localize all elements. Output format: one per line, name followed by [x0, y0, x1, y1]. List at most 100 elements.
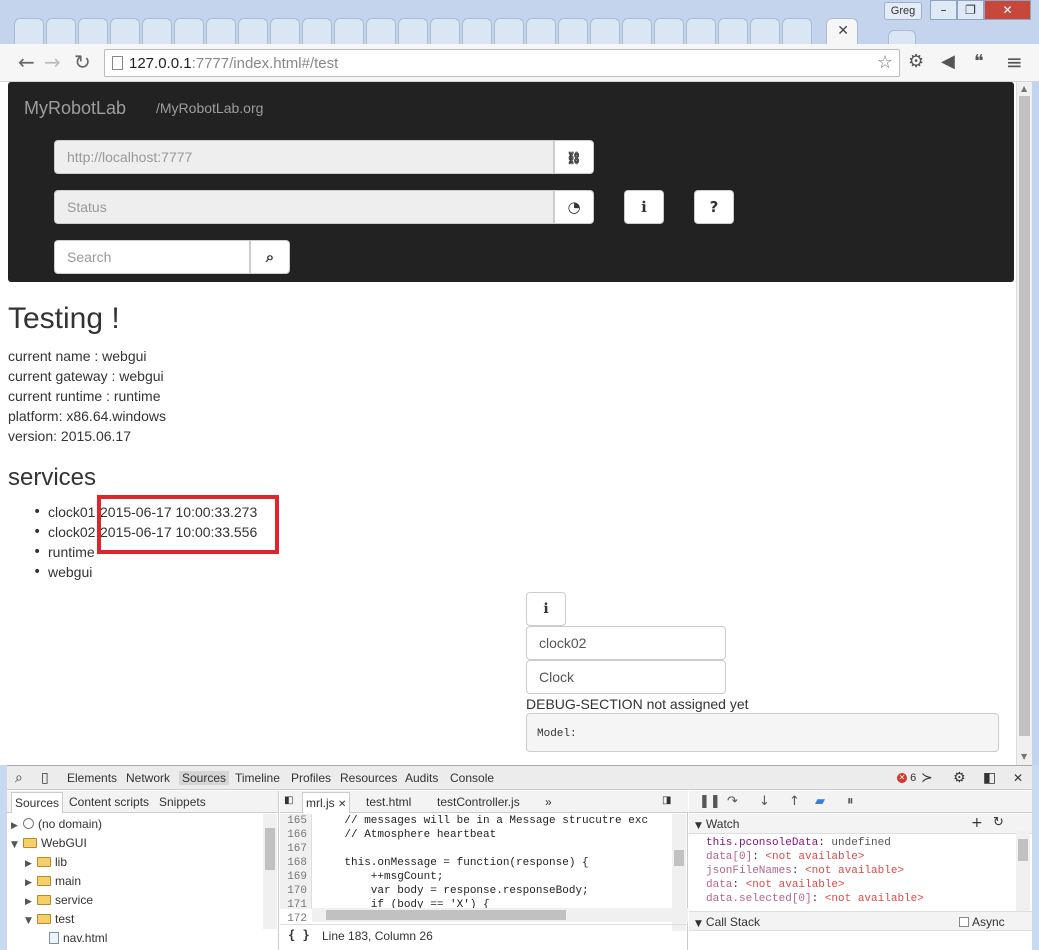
browser-tab[interactable]	[142, 18, 172, 44]
editor-tab-test-html[interactable]: test.html	[366, 795, 411, 809]
browser-tab[interactable]	[334, 18, 364, 44]
search-button[interactable]: ⌕	[250, 240, 290, 274]
status-input[interactable]: Status	[54, 190, 554, 224]
deactivate-breakpoints-icon[interactable]: ▰	[815, 794, 825, 809]
close-devtools-icon[interactable]: ✕	[1013, 770, 1023, 786]
dock-side-icon[interactable]: ◧	[983, 770, 996, 786]
browser-tab[interactable]	[526, 18, 556, 44]
pause-icon[interactable]: ❚❚	[699, 794, 721, 809]
address-bar[interactable]: 127.0.0.1:7777/index.html#/test ☆	[104, 49, 900, 77]
reload-icon[interactable]: ↻	[74, 52, 91, 72]
expand-arrow-icon[interactable]: ▶	[11, 821, 23, 831]
browser-tab[interactable]	[174, 18, 204, 44]
service-name-field[interactable]: clock02	[526, 626, 726, 660]
devtools-tab-profiles[interactable]: Profiles	[291, 771, 331, 785]
hangouts-icon[interactable]: ❝	[974, 52, 984, 72]
watch-expression[interactable]: jsonFileNames: <not available>	[706, 865, 904, 877]
watch-scroll-thumb[interactable]	[1018, 839, 1028, 861]
step-out-icon[interactable]: ↑	[789, 794, 800, 809]
expand-arrow-icon[interactable]: ▶	[25, 897, 37, 907]
tree-item-no-domain[interactable]: ▶ (no domain)	[11, 817, 102, 831]
tree-item-service[interactable]: ▶ service	[25, 893, 93, 907]
scroll-up-arrow-icon[interactable]: ▲	[1021, 84, 1027, 93]
dashboard-button[interactable]: ◔	[554, 190, 594, 224]
collapse-arrow-icon[interactable]: ▼	[11, 840, 23, 850]
page-scroll-thumb[interactable]	[1019, 96, 1030, 736]
add-watch-icon[interactable]: +	[971, 815, 983, 831]
tree-item-nav-html[interactable]: nav.html	[49, 931, 107, 945]
close-tab-icon[interactable]: ✕	[837, 23, 849, 39]
search-input[interactable]: Search	[54, 240, 250, 274]
scroll-down-arrow-icon[interactable]: ▼	[1021, 752, 1027, 761]
service-item[interactable]: runtime	[33, 544, 95, 560]
browser-tab[interactable]	[110, 18, 140, 44]
tree-item-webgui[interactable]: ▼ WebGUI	[11, 836, 87, 850]
connection-url-input[interactable]: http://localhost:7777	[54, 140, 554, 174]
minimize-button[interactable]: –	[930, 0, 957, 20]
editor-tab-mrl-js[interactable]: mrl.js ✕	[302, 792, 351, 813]
more-tabs-icon[interactable]: »	[545, 795, 552, 809]
browser-tab[interactable]	[206, 18, 236, 44]
menu-icon[interactable]: ≡	[1006, 52, 1023, 72]
expand-arrow-icon[interactable]: ▶	[25, 878, 37, 888]
service-type-field[interactable]: Clock	[526, 660, 726, 694]
device-mode-icon[interactable]: ▯	[41, 770, 49, 786]
navigator-tab-snippets[interactable]: Snippets	[159, 795, 206, 809]
expand-arrow-icon[interactable]: ▶	[25, 859, 37, 869]
active-browser-tab[interactable]: ✕	[826, 18, 858, 45]
browser-tab[interactable]	[590, 18, 620, 44]
step-over-icon[interactable]: ↷	[727, 794, 738, 809]
profile-badge[interactable]: Greg	[884, 2, 922, 20]
devtools-tab-sources[interactable]: Sources	[179, 771, 230, 785]
error-count-badge[interactable]: ✕ 6	[897, 772, 916, 784]
browser-tab[interactable]	[366, 18, 396, 44]
service-item[interactable]: clock022015-06-17 10:00:33.556	[33, 524, 257, 540]
collapse-arrow-icon[interactable]: ▼	[695, 919, 702, 929]
browser-tab[interactable]	[686, 18, 716, 44]
devtools-tab-elements[interactable]: Elements	[67, 771, 117, 785]
new-tab-button[interactable]	[888, 30, 916, 44]
devtools-tab-audits[interactable]: Audits	[405, 771, 438, 785]
browser-tab[interactable]	[494, 18, 524, 44]
navigator-tab-sources[interactable]: Sources	[11, 792, 64, 813]
bookmark-star-icon[interactable]: ☆	[877, 52, 893, 73]
watch-expression[interactable]: data.selected[0]: <not available>	[706, 893, 924, 905]
devtools-tab-network[interactable]: Network	[126, 771, 170, 785]
settings-gear-icon[interactable]: ⚙	[953, 770, 966, 786]
browser-tab[interactable]	[238, 18, 268, 44]
brand-link[interactable]: MyRobotLab	[24, 98, 126, 119]
service-info-button[interactable]: ℹ	[526, 592, 566, 626]
toggle-navigator-icon[interactable]: ◧	[284, 795, 293, 806]
pretty-print-icon[interactable]: { }	[288, 928, 310, 942]
navigator-scroll-thumb[interactable]	[265, 828, 275, 870]
browser-tab[interactable]	[430, 18, 460, 44]
devtools-tab-timeline[interactable]: Timeline	[235, 771, 280, 785]
toggle-debugger-icon[interactable]: ◨	[662, 795, 671, 806]
tree-item-test[interactable]: ▼ test	[25, 912, 74, 926]
watch-expression[interactable]: data: <not available>	[706, 879, 845, 891]
browser-tab[interactable]	[398, 18, 428, 44]
navigator-scrollbar[interactable]	[263, 814, 277, 929]
back-arrow-icon[interactable]: ←	[18, 52, 35, 72]
connect-link-button[interactable]: ⛓	[554, 140, 594, 174]
pause-on-exceptions-icon[interactable]: ⏸	[847, 794, 854, 809]
browser-tab[interactable]	[622, 18, 652, 44]
inspect-search-icon[interactable]: ⌕	[15, 770, 23, 786]
service-item[interactable]: clock012015-06-17 10:00:33.273	[33, 504, 257, 520]
editor-vscroll-thumb[interactable]	[674, 850, 684, 866]
extension-gear-icon[interactable]: ⚙	[908, 52, 924, 72]
watch-expression[interactable]: this.pconsoleData: undefined	[706, 837, 891, 849]
service-item[interactable]: webgui	[33, 564, 93, 580]
tree-item-main[interactable]: ▶ main	[25, 874, 81, 888]
window-close-button[interactable]: ✕	[984, 0, 1031, 20]
maximize-button[interactable]: ❐	[957, 0, 984, 20]
browser-tab[interactable]	[46, 18, 76, 44]
refresh-watch-icon[interactable]: ↻	[993, 815, 1004, 830]
tree-item-lib[interactable]: ▶ lib	[25, 855, 67, 869]
browser-tab[interactable]	[718, 18, 748, 44]
page-scrollbar[interactable]: ▲ ▼	[1016, 82, 1032, 765]
close-file-icon[interactable]: ✕	[338, 799, 346, 810]
info-button[interactable]: ℹ	[624, 190, 664, 224]
myrobotlab-org-link[interactable]: /MyRobotLab.org	[156, 100, 263, 116]
browser-tab[interactable]	[14, 18, 44, 44]
